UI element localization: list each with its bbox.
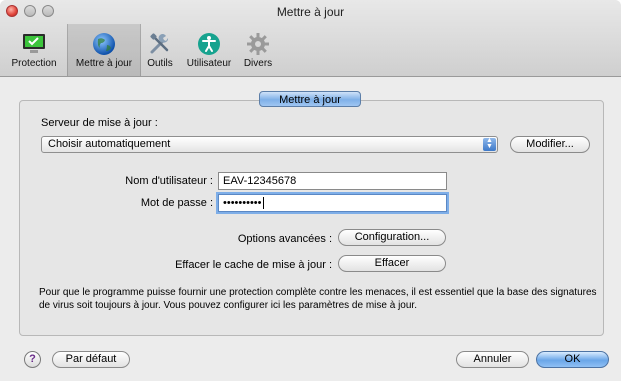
advanced-options-label: Options avancées : (237, 233, 332, 245)
username-label: Nom d'utilisateur : (125, 175, 213, 187)
username-value: EAV-12345678 (223, 175, 297, 187)
monitor-check-icon (23, 34, 45, 53)
server-label: Serveur de mise à jour : (41, 117, 158, 129)
clear-cache-label: Effacer le cache de mise à jour : (175, 259, 332, 271)
accessibility-icon (198, 33, 220, 55)
toolbar-item-update[interactable]: Mettre à jour (67, 24, 141, 76)
password-label: Mot de passe : (140, 197, 213, 209)
title-bar: Mettre à jour Protection Mettre à jour O… (0, 0, 621, 77)
toolbar-label-misc: Divers (243, 58, 273, 69)
cancel-button[interactable]: Annuler (456, 351, 529, 368)
toolbar-label-update: Mettre à jour (75, 58, 133, 69)
server-select[interactable]: Choisir automatiquement ▲ ▼ (41, 136, 498, 153)
password-field[interactable]: •••••••••• (218, 194, 447, 212)
select-arrows-icon: ▲ ▼ (483, 137, 496, 151)
toolbar-item-misc[interactable]: Divers (240, 28, 276, 74)
tools-icon (150, 33, 169, 54)
globe-icon (93, 33, 115, 55)
username-field[interactable]: EAV-12345678 (218, 172, 447, 190)
toolbar-label-protection: Protection (11, 58, 57, 69)
ok-button[interactable]: OK (536, 351, 609, 368)
modify-server-button[interactable]: Modifier... (510, 136, 590, 153)
configuration-button[interactable]: Configuration... (338, 229, 446, 246)
tab-update[interactable]: Mettre à jour (259, 91, 361, 107)
preferences-window: Mettre à jour Protection Mettre à jour O… (0, 0, 621, 381)
toolbar-item-user[interactable]: Utilisateur (180, 28, 238, 74)
gear-icon (247, 33, 269, 55)
info-text: Pour que le programme puisse fournir une… (39, 287, 597, 311)
password-value: •••••••••• (223, 197, 262, 209)
toolbar-label-tools: Outils (147, 58, 173, 69)
toolbar-item-protection[interactable]: Protection (2, 28, 66, 74)
default-button[interactable]: Par défaut (52, 351, 130, 368)
window-title: Mettre à jour (276, 5, 345, 19)
help-button[interactable]: ? (24, 351, 41, 368)
clear-cache-button[interactable]: Effacer (338, 255, 446, 272)
toolbar-item-tools[interactable]: Outils (143, 28, 177, 74)
toolbar-label-user: Utilisateur (186, 58, 232, 69)
text-caret (262, 197, 264, 210)
server-select-value: Choisir automatiquement (48, 138, 171, 150)
